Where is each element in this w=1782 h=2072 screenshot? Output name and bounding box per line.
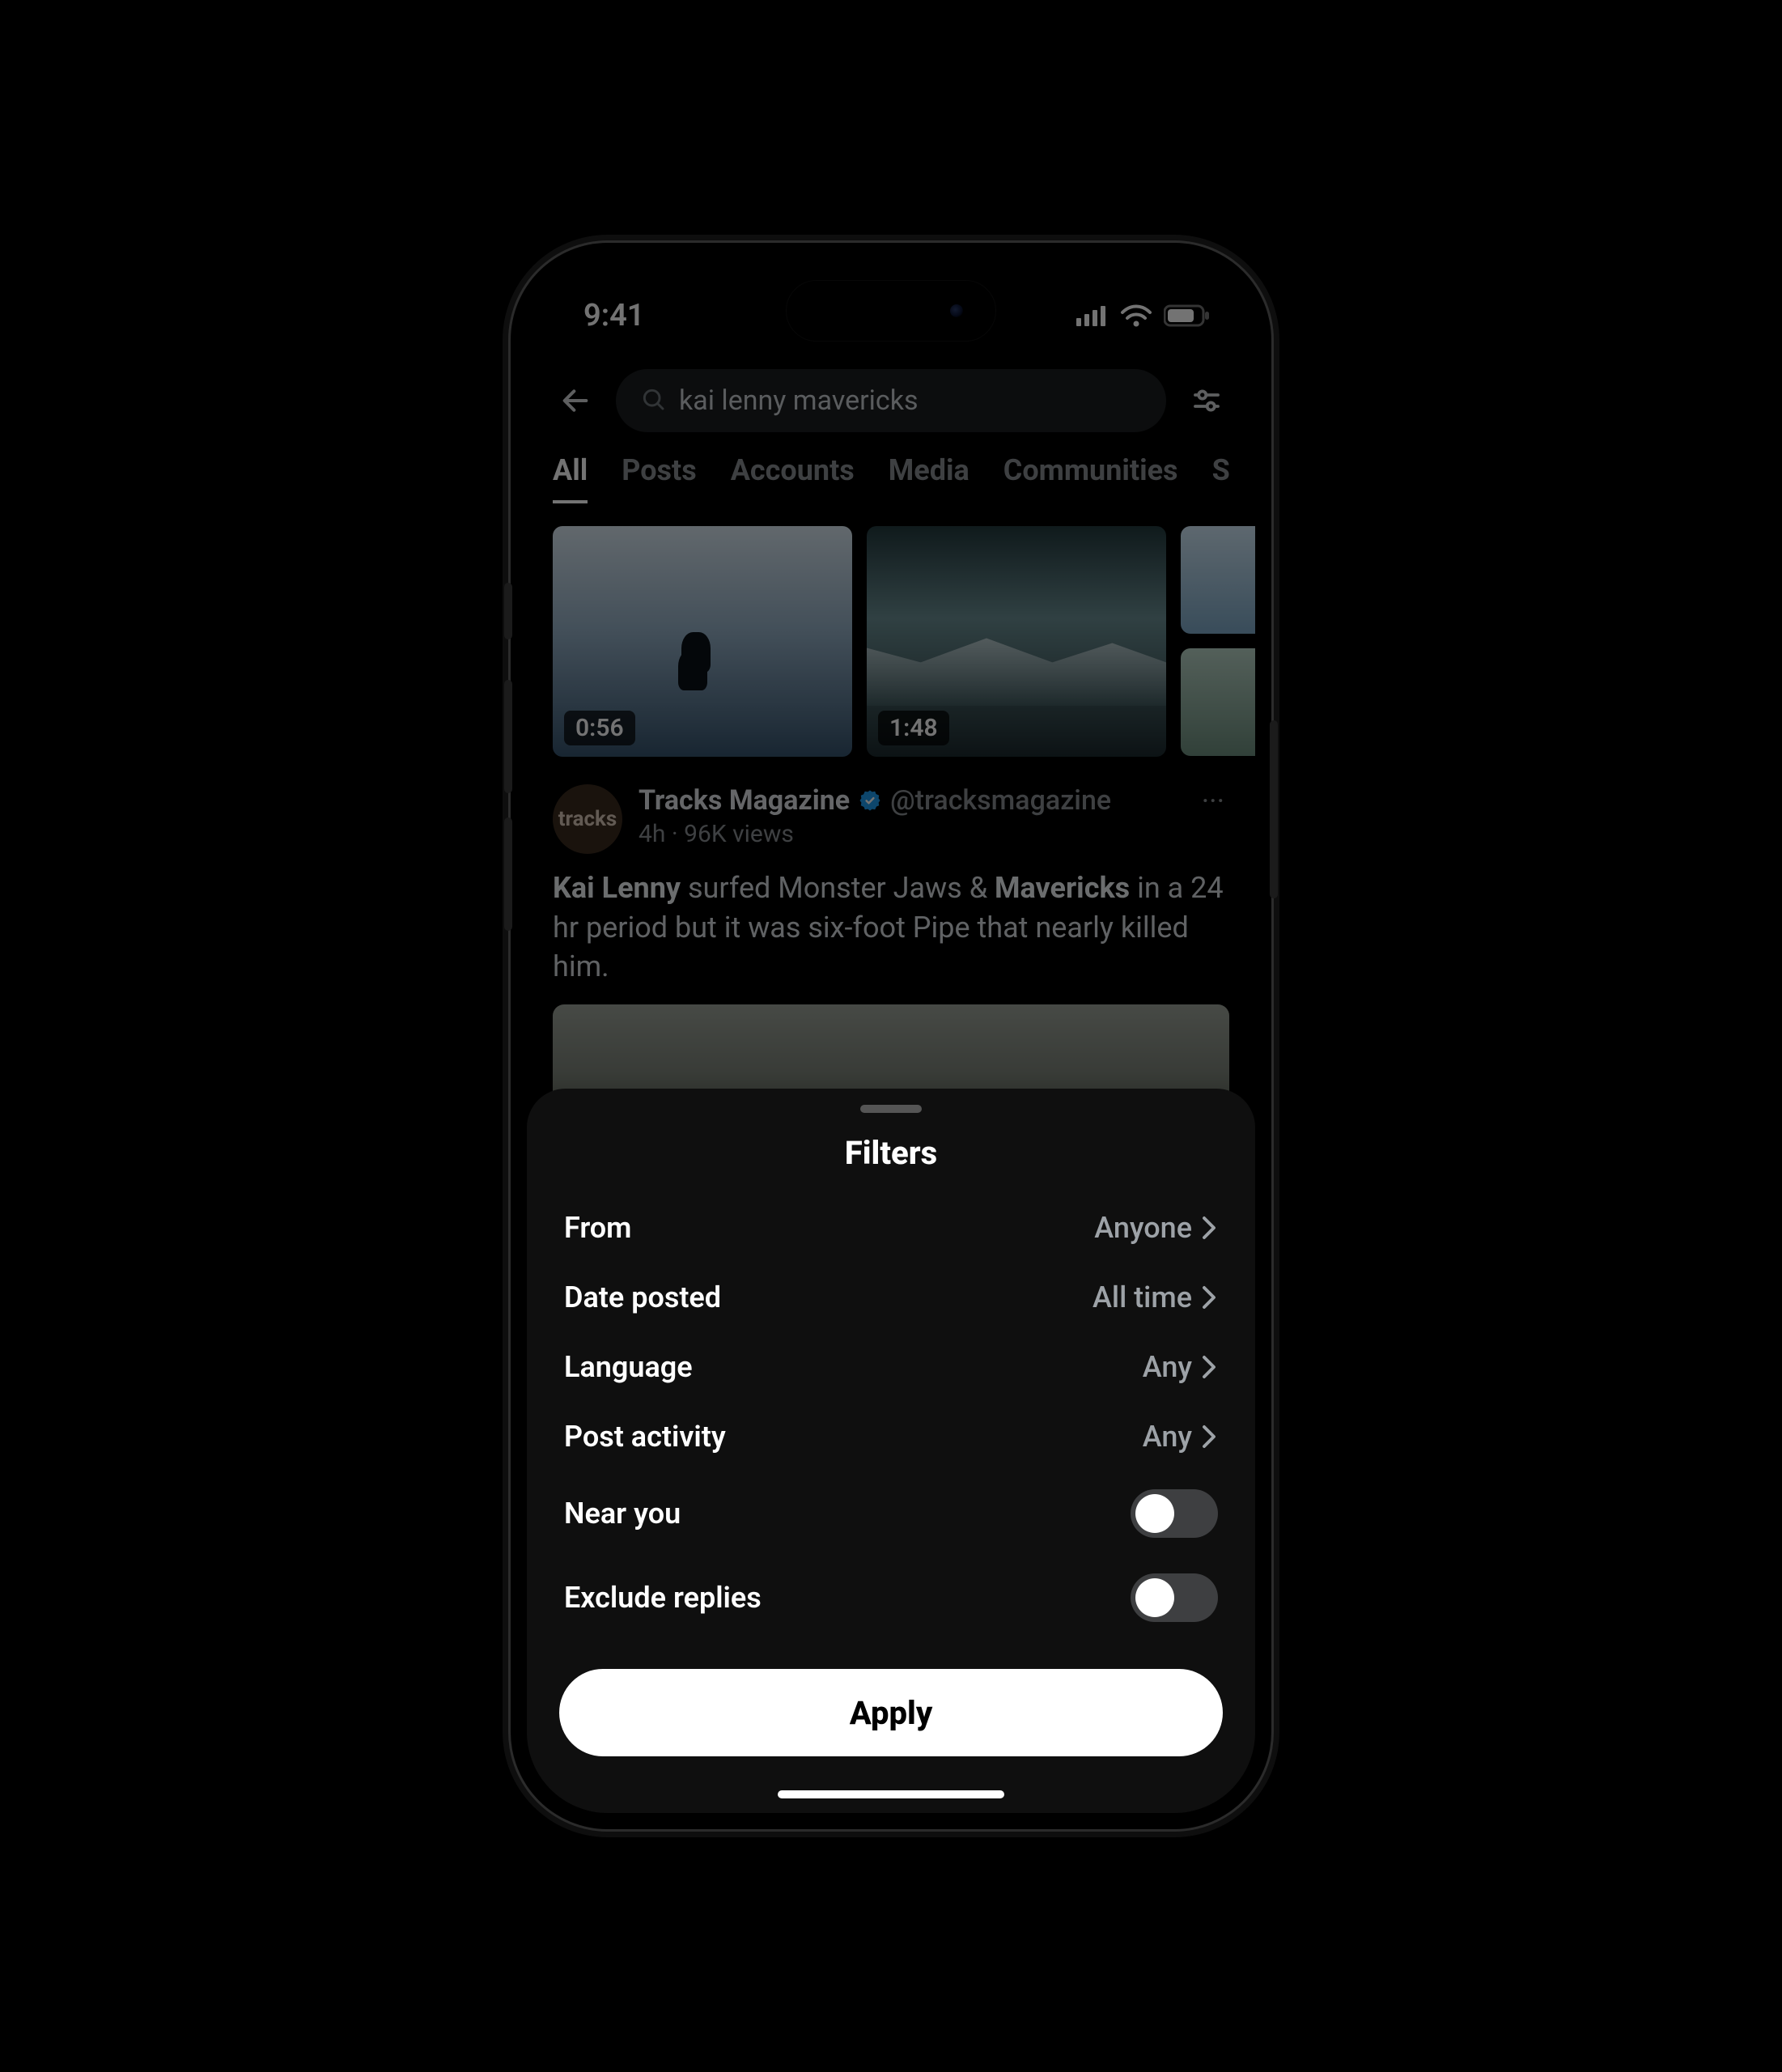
filter-label: Language [564,1350,693,1384]
video-thumbnails: 0:56 1:48 [527,503,1255,757]
sheet-grabber[interactable] [860,1105,922,1113]
chevron-right-icon [1200,1355,1218,1379]
filter-label: Date posted [564,1280,721,1314]
video-thumb-3[interactable] [1181,526,1255,634]
chevron-right-icon [1200,1216,1218,1240]
near-you-toggle[interactable] [1131,1489,1218,1538]
filter-label: Post activity [564,1420,726,1454]
tab-all[interactable]: All [553,453,588,503]
video-duration: 1:48 [878,711,949,745]
filter-exclude-replies: Exclude replies [527,1556,1255,1640]
filter-label: From [564,1211,631,1245]
filter-near-you: Near you [527,1471,1255,1556]
sheet-title: Filters [527,1134,1255,1172]
tab-communities[interactable]: Communities [1003,453,1178,503]
filter-icon-button[interactable] [1184,378,1229,423]
search-icon [640,386,666,415]
filter-language[interactable]: Language Any [527,1332,1255,1402]
post-body: Kai Lenny surfed Monster Jaws & Maverick… [553,868,1229,987]
side-button-silence [504,583,512,639]
side-button-power [1270,720,1278,898]
filter-value: Anyone [1094,1211,1192,1245]
filter-value: All time [1093,1280,1192,1314]
exclude-replies-toggle[interactable] [1131,1573,1218,1622]
side-button-vol-up [504,680,512,793]
filter-value: Any [1143,1350,1192,1384]
post-meta-text: 4h · 96K views [639,820,1181,848]
verified-badge-icon [858,788,882,813]
back-button[interactable] [553,378,598,423]
filter-label: Near you [564,1497,681,1531]
filter-label: Exclude replies [564,1581,762,1615]
screen: 9:41 [527,259,1255,1813]
apply-button[interactable]: Apply [559,1669,1223,1756]
search-box[interactable] [616,369,1166,432]
chevron-right-icon [1200,1424,1218,1449]
filter-post-activity[interactable]: Post activity Any [527,1402,1255,1471]
filters-sheet: Filters From Anyone Date posted All time… [527,1089,1255,1813]
tab-more[interactable]: S [1212,453,1230,503]
tab-accounts[interactable]: Accounts [731,453,855,503]
filter-date-posted[interactable]: Date posted All time [527,1263,1255,1332]
video-duration: 0:56 [564,711,635,745]
side-button-vol-down [504,817,512,931]
avatar[interactable]: tracks [553,784,622,854]
video-thumb-2[interactable]: 1:48 [867,526,1166,757]
tab-media[interactable]: Media [889,453,969,503]
post-card[interactable]: tracks Tracks Magazine @tracksmagazine 4… [527,757,1255,1118]
video-thumb-4[interactable] [1181,648,1255,756]
filter-from[interactable]: From Anyone [527,1193,1255,1263]
post-author-handle[interactable]: @tracksmagazine [890,784,1111,817]
post-author-name[interactable]: Tracks Magazine [639,784,850,817]
home-indicator[interactable] [778,1790,1004,1798]
search-tabs: All Posts Accounts Media Communities S [527,447,1255,503]
tab-posts[interactable]: Posts [622,453,696,503]
filter-value: Any [1143,1420,1192,1454]
phone-frame: 9:41 [511,243,1271,1829]
search-input[interactable] [679,384,1142,417]
post-more-button[interactable]: ··· [1197,784,1229,818]
chevron-right-icon [1200,1285,1218,1310]
video-thumb-1[interactable]: 0:56 [553,526,852,757]
